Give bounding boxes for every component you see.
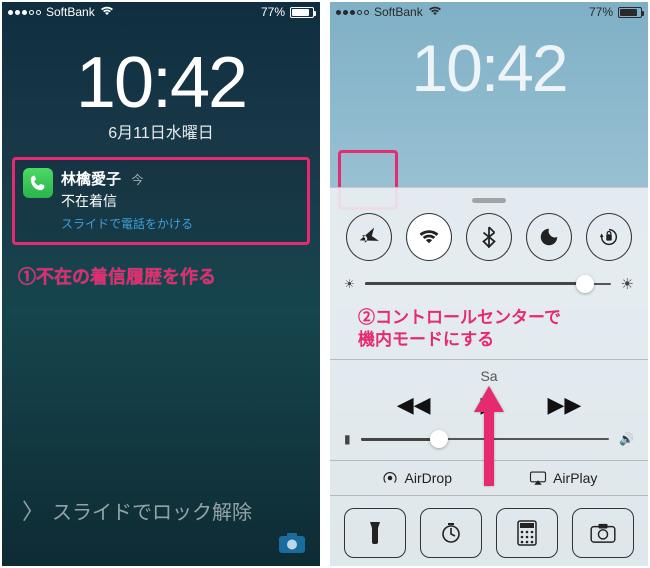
battery-pct: 77% xyxy=(261,5,285,19)
clock-block: 10:42 6月11日水曜日 xyxy=(2,42,320,143)
brightness-high-icon: ☀ xyxy=(621,275,634,293)
brightness-slider[interactable]: ☀ ☀ xyxy=(344,275,634,293)
airdrop-button[interactable]: AirDrop xyxy=(381,469,452,487)
divider xyxy=(330,495,648,496)
brightness-low-icon: ☀ xyxy=(344,277,355,291)
notification-subtitle: 不在着信 xyxy=(61,191,297,211)
control-center-phone: SoftBank 77% 10:42 xyxy=(330,2,648,566)
chevron-right-icon: 〉 xyxy=(22,494,44,526)
airplay-label: AirPlay xyxy=(553,470,597,486)
phone-app-icon xyxy=(23,168,53,198)
battery-icon xyxy=(290,7,314,18)
clock-block: 10:42 xyxy=(330,30,648,106)
divider xyxy=(330,359,648,360)
prev-track-button[interactable]: ◀◀ xyxy=(397,392,431,418)
annotation-right: ②コントロールセンターで機内モードにする xyxy=(358,307,620,351)
bluetooth-toggle[interactable] xyxy=(466,213,512,261)
unlock-label: スライドでロック解除 xyxy=(52,496,252,525)
panel-grabber[interactable] xyxy=(472,198,506,203)
volume-high-icon: 🔊 xyxy=(619,432,634,446)
next-track-button[interactable]: ▶▶ xyxy=(547,392,581,418)
annotation-arrow-icon xyxy=(472,386,506,486)
orientation-lock-toggle[interactable] xyxy=(586,213,632,261)
clock-date: 6月11日水曜日 xyxy=(2,119,320,143)
timer-button[interactable] xyxy=(420,508,482,558)
notification-time: 今 xyxy=(131,173,143,187)
battery-icon xyxy=(618,7,642,18)
flashlight-button[interactable] xyxy=(344,508,406,558)
control-center-panel: ☀ ☀ ②コントロールセンターで機内モードにする Sa ◀◀ ▶ ▶▶ ▮ 🔊 … xyxy=(330,187,648,566)
carrier-label: SoftBank xyxy=(374,5,423,19)
slide-to-unlock[interactable]: 〉 スライドでロック解除 xyxy=(22,494,280,526)
camera-shortcut[interactable] xyxy=(276,530,308,556)
wifi-icon xyxy=(100,5,114,19)
status-bar: SoftBank 77% xyxy=(2,2,320,22)
airdrop-label: AirDrop xyxy=(405,470,452,486)
camera-button[interactable] xyxy=(572,508,634,558)
volume-low-icon: ▮ xyxy=(344,432,351,446)
signal-icon xyxy=(8,10,41,15)
battery-pct: 77% xyxy=(589,5,613,19)
clock-time: 10:42 xyxy=(330,30,648,106)
wifi-icon xyxy=(428,5,442,19)
notification-hint: スライドで電話をかける xyxy=(61,215,297,232)
now-playing-title: Sa xyxy=(342,368,636,384)
clock-time: 10:42 xyxy=(2,42,320,124)
missed-call-notification[interactable]: 林檎愛子 今 不在着信 スライドで電話をかける xyxy=(12,157,310,245)
status-bar: SoftBank 77% xyxy=(330,2,648,22)
signal-icon xyxy=(336,10,369,15)
calculator-button[interactable] xyxy=(496,508,558,558)
airplane-mode-toggle[interactable] xyxy=(346,213,392,261)
carrier-label: SoftBank xyxy=(46,5,95,19)
notification-title: 林檎愛子 xyxy=(61,168,121,189)
lockscreen-phone: SoftBank 77% 10:42 6月11日水曜日 林檎愛子 今 不在着信 … xyxy=(2,2,320,566)
annotation-left: ①不在の着信履歴を作る xyxy=(18,263,304,289)
wifi-toggle[interactable] xyxy=(406,213,452,261)
do-not-disturb-toggle[interactable] xyxy=(526,213,572,261)
airplay-button[interactable]: AirPlay xyxy=(529,469,597,487)
